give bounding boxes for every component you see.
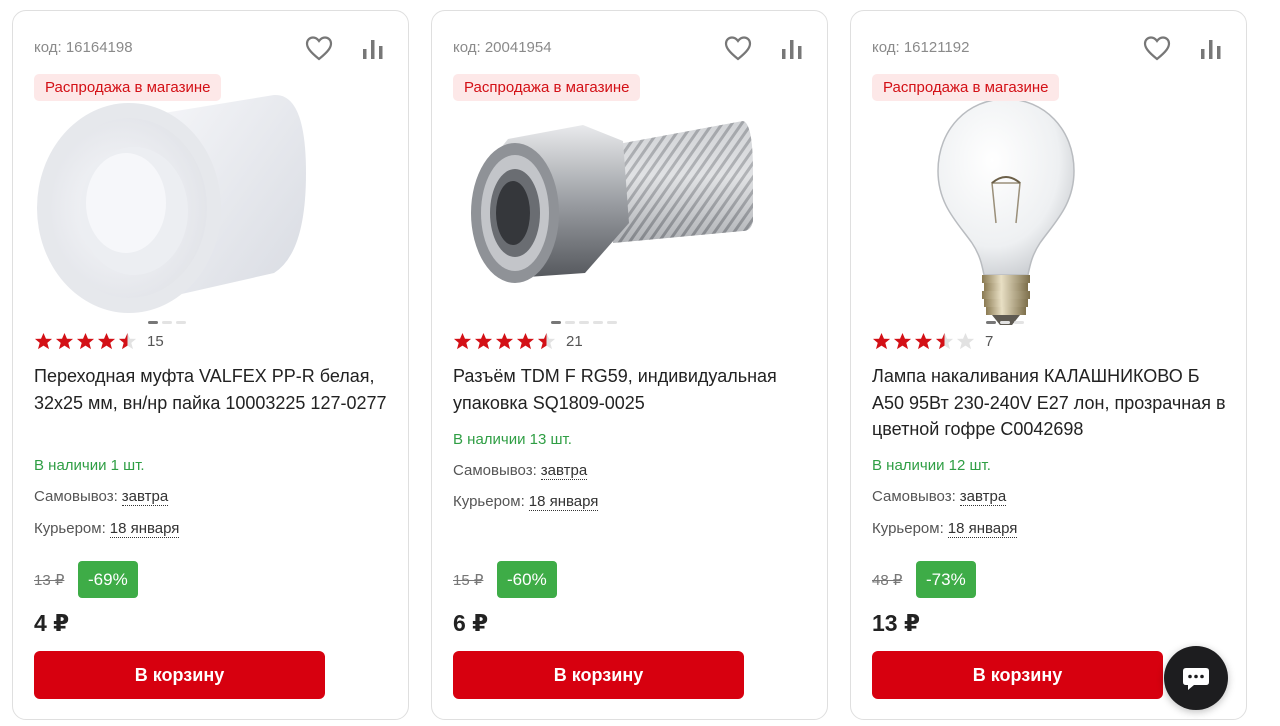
rating-stars: 7	[872, 330, 993, 352]
compare-icon[interactable]	[360, 36, 386, 62]
product-card[interactable]: код: 16121192 Распродажа в магазине 7 Ла…	[850, 10, 1247, 720]
sale-badge: Распродажа в магазине	[34, 74, 222, 101]
courier-label: Курьером:	[453, 493, 525, 510]
rating-stars: 15	[34, 330, 164, 352]
chat-bubble-icon	[1183, 668, 1209, 690]
image-carousel-dots[interactable]	[986, 321, 1024, 325]
star-icon	[453, 332, 472, 349]
carousel-dot[interactable]	[176, 321, 186, 324]
old-price: 15 ₽	[453, 572, 484, 589]
heart-icon[interactable]	[304, 34, 334, 62]
product-card[interactable]: код: 20041954 Распродажа в магазине 21 Р…	[431, 10, 828, 720]
carousel-dot[interactable]	[148, 321, 158, 324]
stock-status: В наличии 12 шт.	[872, 457, 991, 474]
price: 4 ₽	[34, 610, 70, 636]
product-code: код: 16121192	[872, 39, 970, 56]
half-star-icon	[537, 332, 556, 349]
rating-count[interactable]: 15	[147, 333, 164, 350]
pickup-date-link[interactable]: завтра	[959, 488, 1007, 506]
star-icon	[474, 332, 493, 349]
discount-badge: -69%	[78, 561, 138, 598]
star-icon	[872, 332, 891, 349]
product-title[interactable]: Переходная муфта VALFEX PP-R белая, 32х2…	[34, 363, 389, 416]
add-to-cart-button[interactable]: В корзину	[453, 651, 744, 699]
product-code: код: 20041954	[453, 39, 552, 56]
stock-status: В наличии 1 шт.	[34, 457, 145, 474]
star-icon	[893, 332, 912, 349]
pickup-info: Самовывоз: завтра	[34, 488, 169, 506]
stock-status: В наличии 13 шт.	[453, 431, 572, 448]
pickup-label: Самовывоз:	[453, 462, 537, 479]
star-icon	[55, 332, 74, 349]
rating-stars: 21	[453, 330, 583, 352]
heart-icon[interactable]	[723, 34, 753, 62]
add-to-cart-button[interactable]: В корзину	[872, 651, 1163, 699]
star-icon	[516, 332, 535, 349]
discount-badge: -73%	[916, 561, 976, 598]
sale-badge: Распродажа в магазине	[453, 74, 641, 101]
pickup-info: Самовывоз: завтра	[872, 488, 1007, 506]
carousel-dot[interactable]	[551, 321, 561, 324]
carousel-dot[interactable]	[162, 321, 172, 324]
old-price: 13 ₽	[34, 572, 65, 589]
rating-count[interactable]: 7	[985, 333, 993, 350]
pickup-label: Самовывоз:	[872, 488, 956, 505]
courier-info: Курьером: 18 января	[453, 493, 599, 511]
product-card[interactable]: код: 16164198 Распродажа в магазине 15 П…	[12, 10, 409, 720]
image-carousel-dots[interactable]	[148, 321, 186, 325]
carousel-dot[interactable]	[1000, 321, 1010, 324]
empty-star-icon	[956, 332, 975, 349]
product-title[interactable]: Разъём TDM F RG59, индивидуальная упаков…	[453, 363, 808, 416]
carousel-dot[interactable]	[579, 321, 589, 324]
star-icon	[914, 332, 933, 349]
pickup-date-link[interactable]: завтра	[540, 462, 588, 480]
chat-button[interactable]	[1164, 646, 1228, 710]
compare-icon[interactable]	[1198, 36, 1224, 62]
image-carousel-dots[interactable]	[551, 321, 617, 325]
rating-count[interactable]: 21	[566, 333, 583, 350]
star-icon	[97, 332, 116, 349]
courier-info: Курьером: 18 января	[872, 520, 1018, 538]
heart-icon[interactable]	[1142, 34, 1172, 62]
carousel-dot[interactable]	[1014, 321, 1024, 324]
carousel-dot[interactable]	[593, 321, 603, 324]
half-star-icon	[935, 332, 954, 349]
discount-badge: -60%	[497, 561, 557, 598]
product-image[interactable]	[34, 73, 344, 331]
carousel-dot[interactable]	[565, 321, 575, 324]
star-icon	[495, 332, 514, 349]
pickup-label: Самовывоз:	[34, 488, 118, 505]
courier-label: Курьером:	[34, 520, 106, 537]
courier-label: Курьером:	[872, 520, 944, 537]
old-price: 48 ₽	[872, 572, 903, 589]
price: 13 ₽	[872, 610, 920, 636]
pickup-info: Самовывоз: завтра	[453, 462, 588, 480]
product-image[interactable]	[453, 73, 763, 331]
add-to-cart-button[interactable]: В корзину	[34, 651, 325, 699]
sale-badge: Распродажа в магазине	[872, 74, 1060, 101]
carousel-dot[interactable]	[986, 321, 996, 324]
courier-info: Курьером: 18 января	[34, 520, 180, 538]
compare-icon[interactable]	[779, 36, 805, 62]
courier-date-link[interactable]: 18 января	[109, 520, 180, 538]
product-code: код: 16164198	[34, 39, 133, 56]
half-star-icon	[118, 332, 137, 349]
product-title[interactable]: Лампа накаливания КАЛАШНИКОВО Б А50 95Вт…	[872, 363, 1227, 443]
carousel-dot[interactable]	[607, 321, 617, 324]
pickup-date-link[interactable]: завтра	[121, 488, 169, 506]
courier-date-link[interactable]: 18 января	[528, 493, 599, 511]
star-icon	[34, 332, 53, 349]
courier-date-link[interactable]: 18 января	[947, 520, 1018, 538]
star-icon	[76, 332, 95, 349]
price: 6 ₽	[453, 610, 489, 636]
product-grid: код: 16164198 Распродажа в магазине 15 П…	[12, 10, 1252, 722]
product-image[interactable]	[872, 73, 1182, 331]
